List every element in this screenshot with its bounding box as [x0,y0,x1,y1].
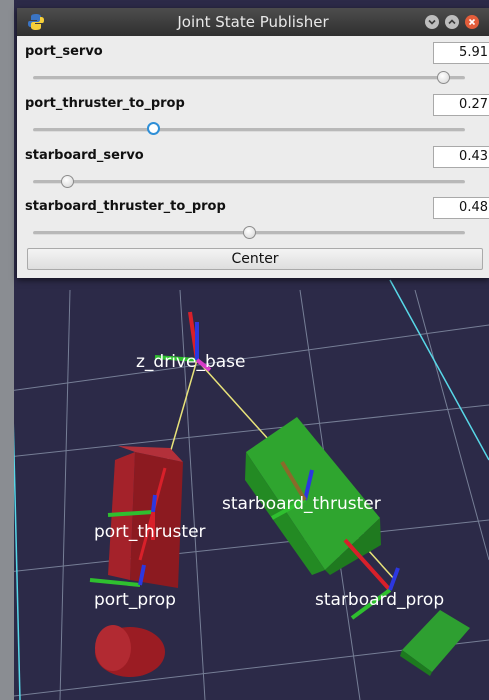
scene-label-port-prop: port_prop [94,590,176,610]
joint-value-starboard-thruster-to-prop[interactable]: 0.48 [433,197,489,219]
slider-port-servo[interactable] [33,76,465,80]
joint-label-port-servo: port_servo [25,44,103,59]
chevron-down-icon [428,19,436,25]
scene-label-starboard-thruster: starboard_thruster [222,494,381,514]
joint-value-starboard-servo[interactable]: 0.43 [433,146,489,168]
maximize-button[interactable] [445,15,459,29]
background-window-edge [0,0,14,700]
center-button[interactable]: Center [27,248,483,270]
scene-label-port-thruster: port_thruster [94,522,206,542]
slider-handle-starboard-thruster-to-prop[interactable] [242,226,256,239]
joint-value-port-thruster-to-prop[interactable]: 0.27 [433,94,489,116]
joint-state-publisher-window: Joint State Publisher port_servo 5.91 po… [17,8,489,278]
slider-port-thruster-to-prop[interactable] [33,128,465,132]
scene-label-starboard-prop: starboard_prop [315,590,444,610]
scene-label-z-drive-base: z_drive_base [136,352,245,372]
slider-starboard-servo[interactable] [33,180,465,184]
close-icon [468,18,476,26]
joint-label-starboard-thruster-to-prop: starboard_thruster_to_prop [25,199,226,214]
window-title: Joint State Publisher [177,13,329,31]
window-titlebar[interactable]: Joint State Publisher [17,8,489,36]
close-button[interactable] [465,15,479,29]
joint-label-port-thruster-to-prop: port_thruster_to_prop [25,96,185,111]
chevron-up-icon [448,19,456,25]
slider-handle-port-servo[interactable] [436,71,450,84]
joint-value-port-servo[interactable]: 5.91 [433,42,489,64]
slider-handle-starboard-servo[interactable] [61,175,75,188]
slider-handle-port-thruster-to-prop[interactable] [147,122,161,135]
joint-label-starboard-servo: starboard_servo [25,148,144,163]
collapse-button[interactable] [425,15,439,29]
